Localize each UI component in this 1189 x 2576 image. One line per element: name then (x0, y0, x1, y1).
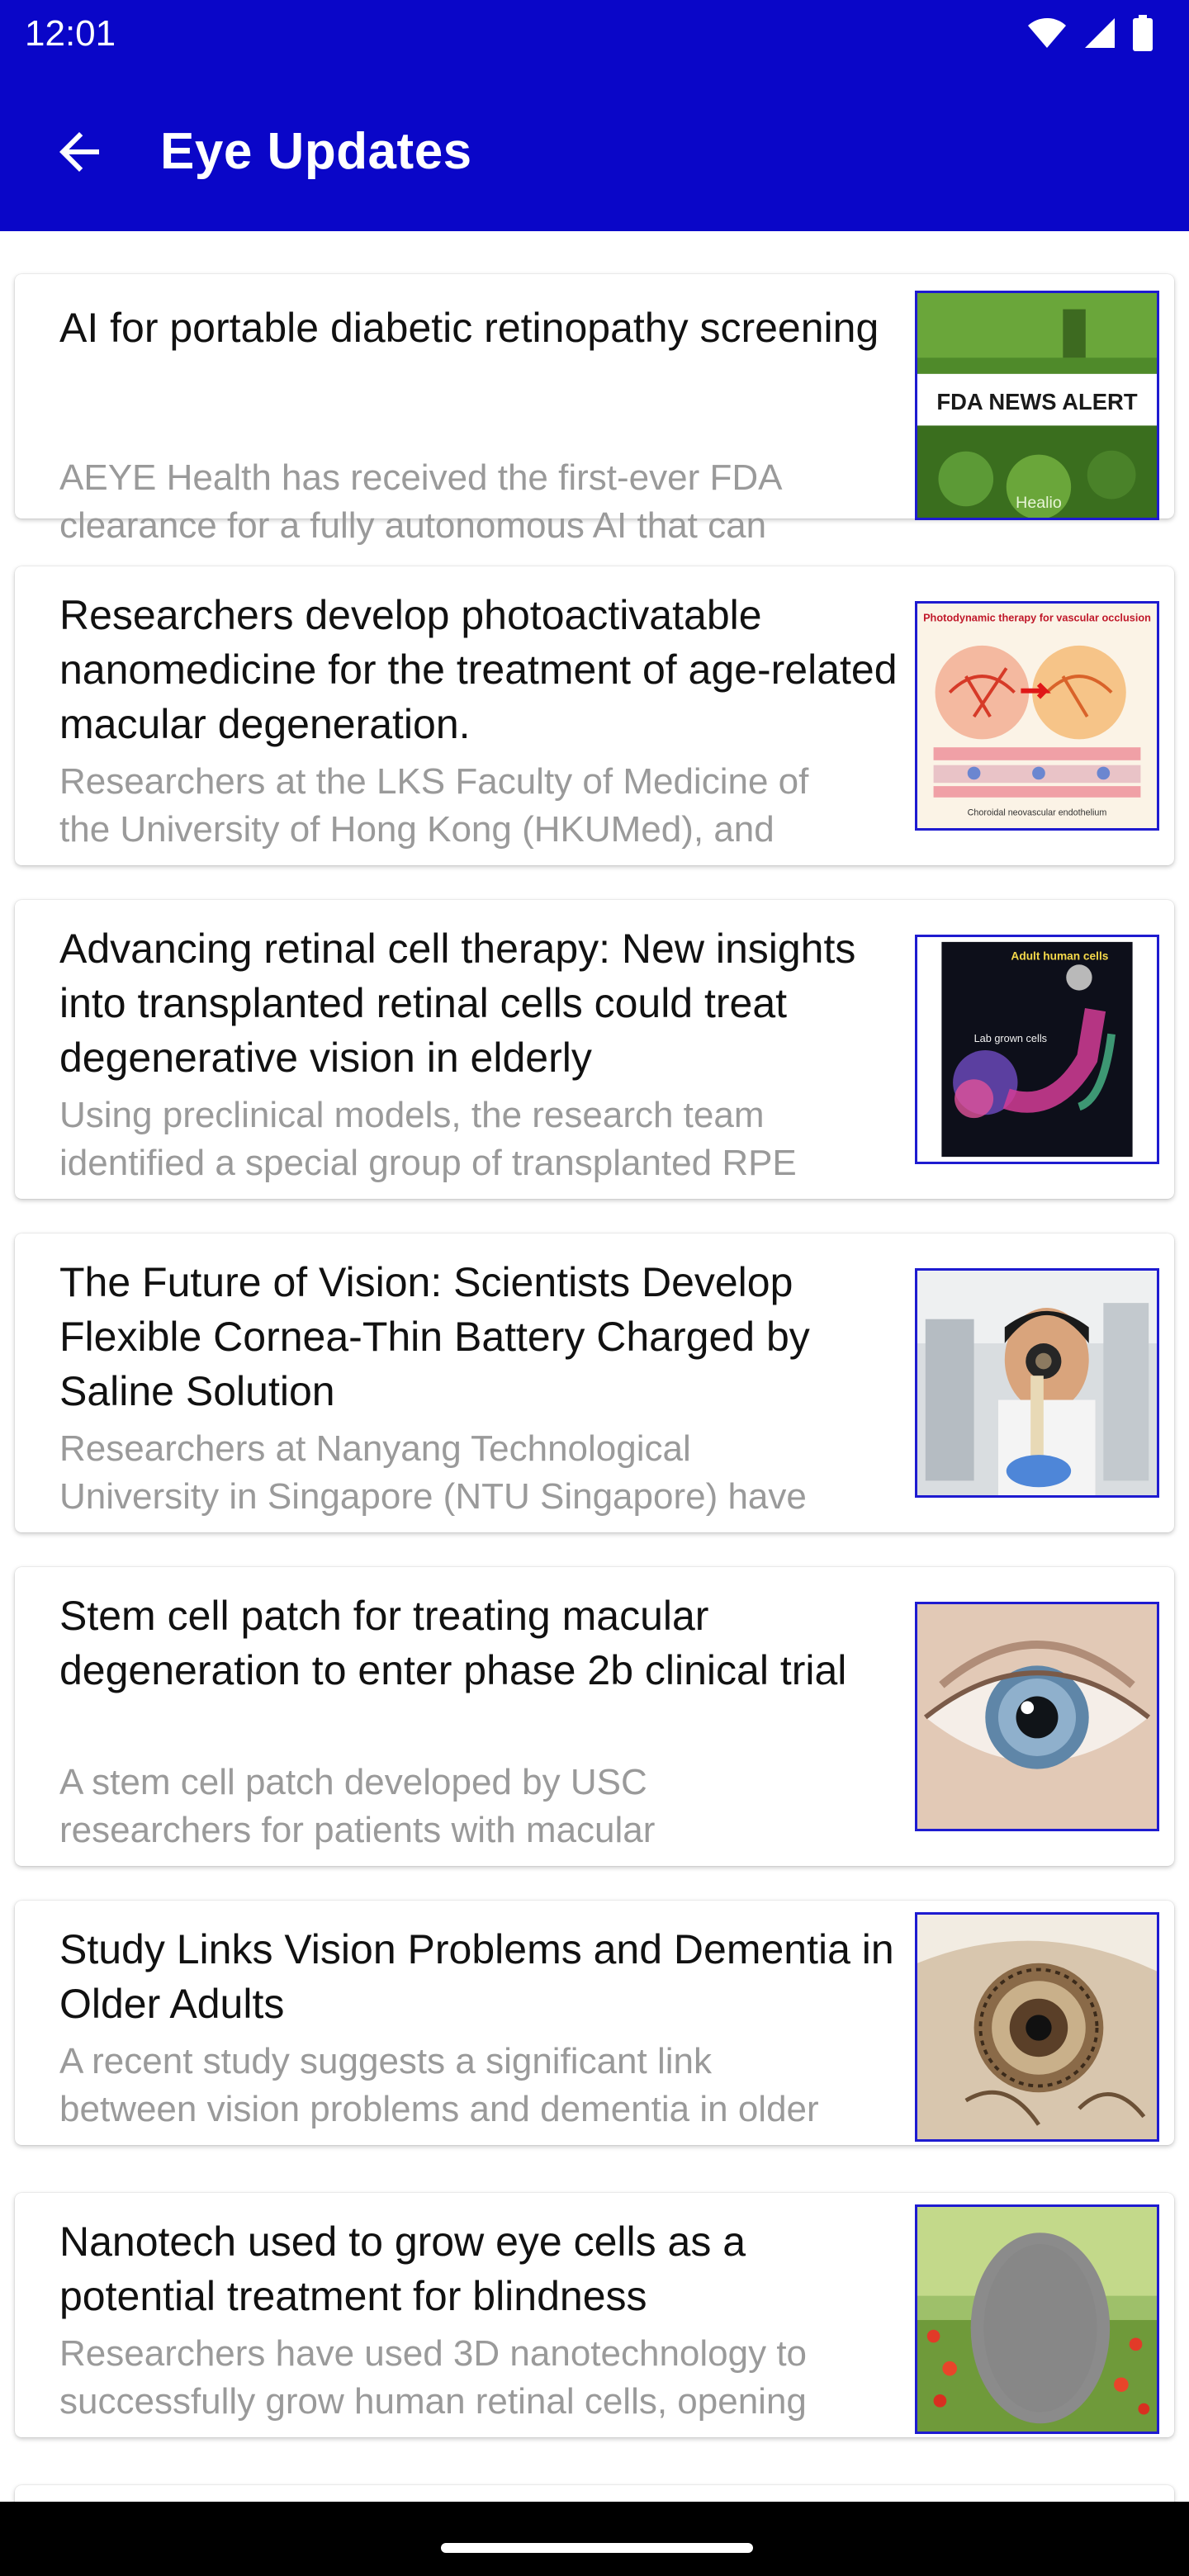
news-feed[interactable]: AI for portable diabetic retinopathy scr… (0, 231, 1189, 2502)
arrow-left-icon (59, 132, 99, 172)
article-desc-line1: Using preclinical models, the research t… (59, 1095, 765, 1135)
thumbnail-image (917, 2207, 1157, 2432)
app-bar: Eye Updates (0, 69, 1189, 231)
article-thumbnail[interactable] (915, 1268, 1159, 1498)
article-card[interactable]: Nanotech used to grow eye cells as a pot… (15, 2193, 1174, 2437)
article-desc-line1: A stem cell patch developed by USC (59, 1762, 647, 1802)
thumbnail-text: Adult human cells (1011, 949, 1108, 962)
thumbnail-image: Adult human cells Lab grown cells (917, 937, 1157, 1162)
article-desc-line2: the University of Hong Kong (HKUMed), an… (59, 809, 775, 850)
article-title: Nanotech used to grow eye cells as a pot… (59, 2218, 746, 2319)
article-card[interactable] (15, 2485, 1174, 2502)
article-title: AI for portable diabetic retinopathy scr… (59, 305, 879, 351)
signal-icon (1085, 18, 1115, 48)
article-desc-line2: clearance for a fully autonomous AI that… (59, 505, 767, 546)
article-card[interactable]: Study Links Vision Problems and Dementia… (15, 1901, 1174, 2145)
article-title: Advancing retinal cell therapy: New insi… (59, 926, 856, 1081)
article-desc-line1: A recent study suggests a significant li… (59, 2041, 712, 2081)
thumbnail-caption: Choroidal neovascular endothelium (968, 807, 1107, 817)
article-desc-line1: Researchers at Nanyang Technological (59, 1428, 691, 1469)
home-gesture-handle[interactable] (441, 2543, 753, 2553)
status-icons (1027, 15, 1153, 51)
article-thumbnail[interactable]: Photodynamic therapy for vascular occlus… (915, 601, 1159, 831)
thumbnail-image: Photodynamic therapy for vascular occlus… (917, 604, 1157, 828)
thumbnail-caption: Lab grown cells (974, 1032, 1047, 1044)
article-desc-line2: University in Singapore (NTU Singapore) … (59, 1476, 807, 1517)
page-title: Eye Updates (160, 123, 472, 180)
article-desc-line2: researchers for patients with macular (59, 1810, 656, 1850)
wifi-icon (1028, 18, 1066, 48)
article-card[interactable]: The Future of Vision: Scientists Develop… (15, 1234, 1174, 1532)
article-title: Researchers develop photoactivatable nan… (59, 592, 898, 747)
navigation-bar (0, 2502, 1189, 2576)
article-card[interactable]: Advancing retinal cell therapy: New insi… (15, 900, 1174, 1199)
article-card[interactable]: Stem cell patch for treating macular deg… (15, 1567, 1174, 1866)
article-thumbnail[interactable] (915, 2204, 1159, 2434)
article-desc-line2: identified a special group of transplant… (59, 1143, 797, 1183)
article-title: Study Links Vision Problems and Dementia… (59, 1926, 894, 2027)
article-title: Stem cell patch for treating macular deg… (59, 1593, 847, 1693)
article-desc-line1: AEYE Health has received the first-ever … (59, 457, 783, 498)
article-card[interactable]: Researchers develop photoactivatable nan… (15, 566, 1174, 865)
status-bar: 12:01 (0, 0, 1189, 69)
article-thumbnail[interactable] (915, 1602, 1159, 1831)
article-desc-line2: successfully grow human retinal cells, o… (59, 2381, 807, 2422)
status-time: 12:01 (25, 13, 116, 54)
thumbnail-text: FDA NEWS ALERT (936, 389, 1138, 414)
article-title: The Future of Vision: Scientists Develop… (59, 1259, 810, 1414)
article-desc-line2: between vision problems and dementia in … (59, 2089, 819, 2129)
article-card[interactable]: AI for portable diabetic retinopathy scr… (15, 274, 1174, 546)
thumbnail-image (917, 1604, 1157, 1829)
thumbnail-image (917, 1915, 1157, 2139)
thumbnail-image: FDA NEWS ALERT Healio (917, 293, 1157, 518)
article-desc-line1: Researchers have used 3D nanotechnology … (59, 2333, 808, 2374)
article-desc-line1: Researchers at the LKS Faculty of Medici… (59, 761, 809, 802)
article-thumbnail[interactable]: Adult human cells Lab grown cells (915, 935, 1159, 1164)
battery-icon (1133, 15, 1153, 51)
article-thumbnail[interactable] (915, 1912, 1159, 2142)
thumbnail-text: Photodynamic therapy for vascular occlus… (923, 612, 1151, 624)
thumbnail-caption: Healio (1016, 494, 1062, 512)
article-thumbnail[interactable]: FDA NEWS ALERT Healio (915, 291, 1159, 520)
back-button[interactable] (50, 122, 109, 182)
thumbnail-image (917, 1271, 1157, 1495)
